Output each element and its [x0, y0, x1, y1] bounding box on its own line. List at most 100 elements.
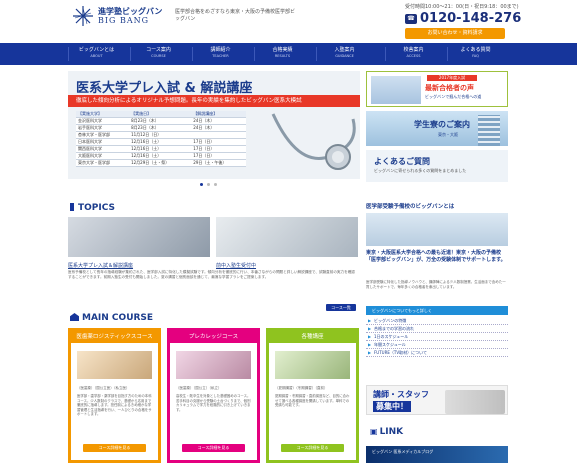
- blog-link-banner[interactable]: ビッグバン 医系メディカルブログ: [366, 446, 508, 463]
- phone-number[interactable]: ☎ 0120-148-276: [405, 11, 521, 26]
- course-card[interactable]: 各種講座 （夏期講習）（冬期講習）（直前） 夏期講習・冬期講習・直前講座など、目…: [266, 328, 359, 463]
- nav-item-guidance[interactable]: 入塾案内 GUIDANCE: [316, 47, 372, 61]
- nav-item-about[interactable]: ビッグバンとは ABOUT: [68, 47, 124, 61]
- phone-icon: ☎: [405, 14, 417, 24]
- link-heading-text: LINK: [379, 427, 404, 437]
- table-cell: 24日（木）: [191, 117, 246, 125]
- starburst-logo-icon[interactable]: [72, 5, 94, 27]
- nav-sublabel: FAQ: [472, 54, 479, 58]
- chevron-right-icon: ▶: [368, 334, 372, 339]
- school-icon: [70, 313, 79, 321]
- table-cell: 24日（木）: [191, 124, 246, 132]
- course-photo: [176, 351, 251, 379]
- course-detail-button[interactable]: コース詳細を見る: [83, 444, 146, 452]
- table-cell: 8月23日（木）: [129, 124, 192, 132]
- nav-sublabel: GUIDANCE: [335, 54, 354, 58]
- course-photo: [77, 351, 152, 379]
- topics-heading: TOPICS: [70, 203, 115, 213]
- about-link-label: FUTURE（TV取材）について: [374, 350, 427, 355]
- faq-banner[interactable]: よくあるご質問 ビッグバンに寄せられる多くの質問をまとめました: [366, 150, 508, 182]
- course-tags: （医歯薬）（国公立）（私立）: [176, 386, 222, 390]
- table-row: 大阪医科大学 12月16日（土） 17日（日）: [76, 152, 246, 160]
- topic-photo-classroom[interactable]: [216, 217, 358, 257]
- hero-slider[interactable]: 医系大学プレ入試 & 解説講座 徹底した傾向分析によるオリジナル予想問題。長年の…: [68, 71, 360, 179]
- table-cell: 金沢医科大学: [76, 117, 130, 125]
- about-body: 医学部受験に特化した指導ノウハウと、講師陣による少人数制授業。生活面まで含めた一…: [366, 280, 506, 289]
- pass-voice-banner[interactable]: 2017年度入試 最新合格者の声 ビッグバンで掴んだ合格への道: [366, 71, 508, 107]
- slider-dot[interactable]: [207, 183, 210, 186]
- nav-sublabel: COURSE: [151, 54, 166, 58]
- link-icon: ▣: [370, 427, 378, 436]
- link-heading: ▣ LINK: [370, 427, 403, 437]
- table-row: 金沢医科大学 8月23日（木） 24日（木）: [76, 117, 246, 125]
- table-cell: 大阪医科大学: [76, 152, 130, 160]
- nav-sublabel: TEACHER: [212, 54, 229, 58]
- table-row: 東京大学・医学部 12月29日（土・祭） 29日（土・午後）: [76, 159, 246, 167]
- bookmark-icon: [70, 203, 74, 211]
- banner-title: 最新合格者の声: [425, 84, 474, 92]
- nav-item-teacher[interactable]: 講師紹介 TEACHER: [192, 47, 248, 61]
- about-link-list: ▶ ビッグバンの特徴 ▶ 合格までの学習の流れ ▶ 1日のスケジュール ▶ 年間スケジュ…: [366, 317, 508, 357]
- about-link[interactable]: ▶ ビッグバンの特徴: [366, 317, 508, 325]
- about-link[interactable]: ▶ 合格までの学習の流れ: [366, 325, 508, 333]
- recruit-banner[interactable]: 講師・スタッフ 募集中！: [366, 385, 508, 415]
- topic-link[interactable]: 医系大学プレ入試＆解説講座: [68, 262, 133, 269]
- hero-subtitle: 徹底した傾向分析によるオリジナル予想問題。長年の実績を集約したビッグバン医系大模…: [68, 95, 360, 107]
- about-link[interactable]: ▶ FUTURE（TV取材）について: [366, 349, 508, 357]
- about-link[interactable]: ▶ 年間スケジュール: [366, 341, 508, 349]
- about-title: 医学部受験予備校のビッグバンとは: [366, 204, 455, 210]
- about-more-button[interactable]: ビッグバンについてもっと詳しく: [366, 306, 508, 315]
- course-description: 医学部・歯学部・薬学部を目指す方のための本科コース。少人数制のクラスで、基礎から…: [77, 394, 152, 417]
- banner-title: よくあるご質問: [374, 157, 430, 166]
- nav-item-course[interactable]: コース案内 COURSE: [130, 47, 186, 61]
- course-description: 夏期講習・冬期講習・直前講座など、目的に合わせて選べる各種講座を開講しています。…: [275, 394, 350, 408]
- table-cell: 杏林大学・医学部: [76, 131, 130, 139]
- reception-hours: 受付時間10:00～21：00(日・祝日9:18：00まで): [405, 4, 519, 10]
- logo-english[interactable]: BIG BANG: [98, 16, 149, 25]
- table-row: 杏林大学・医学部 11月12日（日）: [76, 131, 246, 139]
- blog-banner-label: ビッグバン 医系メディカルブログ: [372, 449, 434, 454]
- table-cell: 8月23日（木）: [129, 117, 192, 125]
- contact-request-button[interactable]: お問い合わせ・資料請求: [405, 28, 505, 39]
- course-card[interactable]: 医歯薬ロジスティックスコース （医歯薬）（国公立医）（私立医） 医学部・歯学部・…: [68, 328, 161, 463]
- about-link[interactable]: ▶ 1日のスケジュール: [366, 333, 508, 341]
- slider-dot[interactable]: [214, 183, 217, 186]
- stethoscope-image: [271, 113, 356, 170]
- topics-more-button[interactable]: コース一覧: [326, 304, 356, 311]
- chevron-right-icon: ▶: [368, 318, 372, 323]
- about-link-label: 年間スケジュール: [374, 342, 406, 347]
- table-cell: 12月16日（土）: [129, 152, 192, 160]
- table-row: 日本医科大学 12月16日（土） 17日（日）: [76, 138, 246, 146]
- slider-dot-active[interactable]: [200, 183, 203, 186]
- nav-sublabel: ACCESS: [406, 54, 421, 58]
- course-detail-button[interactable]: コース詳細を見る: [281, 444, 344, 452]
- chevron-right-icon: ▶: [368, 342, 372, 347]
- banner-subtitle: 東京・大阪: [438, 132, 458, 137]
- dormitory-banner[interactable]: 学生寮のご案内 東京・大阪: [366, 111, 508, 146]
- banner-title: 学生寮のご案内: [414, 120, 470, 129]
- phone-number-text: 0120-148-276: [420, 11, 522, 26]
- course-title: プレカレッジコース: [170, 331, 257, 343]
- banner-subtitle: ビッグバンで掴んだ合格への道: [425, 94, 482, 99]
- banner-subtitle: ビッグバンに寄せられる多くの質問をまとめました: [374, 168, 467, 173]
- topic-link[interactable]: 前中入塾生受付中: [216, 262, 256, 269]
- nav-item-access[interactable]: 校舎案内 ACCESS: [385, 47, 441, 61]
- table-cell: 17日（日）: [191, 138, 246, 146]
- nav-item-results[interactable]: 合格実績 RESULTS: [254, 47, 310, 61]
- table-cell: 東京大学・医学部: [76, 159, 130, 167]
- table-cell: 12月29日（土・祭）: [129, 159, 192, 167]
- page: 進学塾ビッグバン BIG BANG 医学部合格をめざすなら東京・大阪の予備校医学…: [0, 0, 577, 463]
- table-cell: 17日（日）: [191, 145, 246, 153]
- nav-item-faq[interactable]: よくある質問 FAQ: [447, 47, 503, 61]
- about-link-label: 1日のスケジュール: [374, 334, 409, 339]
- table-cell: 関西医科大学: [76, 145, 130, 153]
- global-nav: ビッグバンとは ABOUT コース案内 COURSE 講師紹介 TEACHER 合格実…: [0, 43, 577, 65]
- staff-photo: [445, 390, 505, 414]
- course-card[interactable]: プレカレッジコース （医歯薬）（国公立）（私立） 高校生・既卒生を対象とした基礎…: [167, 328, 260, 463]
- topic-photo-lecture[interactable]: [68, 217, 210, 257]
- chevron-right-icon: ▶: [368, 326, 372, 331]
- recruit-line2: 募集中！: [373, 401, 411, 412]
- course-detail-button[interactable]: コース詳細を見る: [182, 444, 245, 452]
- banner-tag: 2017年度入試: [427, 75, 477, 81]
- classroom-photo: [366, 213, 508, 246]
